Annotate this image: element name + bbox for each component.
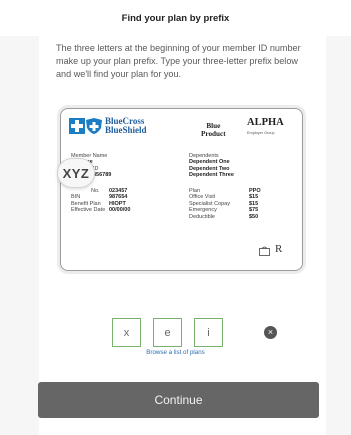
plan-value: $50 [249,213,259,220]
product-line-1: Blue [206,122,221,130]
prefix-letter-2[interactable]: e [153,318,182,347]
plan-labels: Plan Office Visit Specialist Copay Emerg… [189,188,230,220]
prefix-input-group: x e i [112,318,223,347]
browse-plans-link[interactable]: Browse a list of plans [0,349,351,356]
member-id-card: BlueCross BlueShield Blue Product ALPHA … [60,108,303,271]
clear-icon[interactable]: × [264,326,277,339]
brand-line-2: BlueShield [105,125,147,135]
intro-text: The three letters at the beginning of yo… [56,43,301,79]
dependent-name: Dependent One [189,159,230,166]
product-name: Blue Product [201,122,226,138]
dependents-info: Dependents Dependent One Dependent Two D… [189,153,234,179]
product-line-2: Product [201,130,226,138]
rx-values: 023457 987654 HIOPT 00/00/00 [109,188,130,214]
page-title: Find your plan by prefix [121,12,230,24]
rx-labels: No. BIN Benefit Plan Effective Date [71,188,105,214]
rx-value: 987654 [109,194,128,201]
prefix-letter-1[interactable]: x [112,318,141,347]
prefix-highlight: XYZ [57,158,95,188]
prefix-letter-3[interactable]: i [194,318,223,347]
continue-button[interactable]: Continue [38,382,319,418]
rx-label: Effective Date [71,207,106,214]
employer-label: Employer Group [247,131,275,135]
group-name: ALPHA [247,117,284,128]
brand-logo [69,118,102,134]
shield-icon [86,118,102,134]
header-bar: Find your plan by prefix [0,0,351,36]
brand-name: BlueCross BlueShield [105,117,147,135]
plan-label: Deductible [189,213,215,220]
rx-value: 00/00/00 [109,207,131,214]
plan-values: PPO $15 $15 $75 $50 [249,188,261,220]
dependent-name: Dependent Three [189,172,234,179]
cross-icon [69,118,85,134]
rx-icon: R [275,243,283,255]
pharmacy-icon [259,246,270,256]
